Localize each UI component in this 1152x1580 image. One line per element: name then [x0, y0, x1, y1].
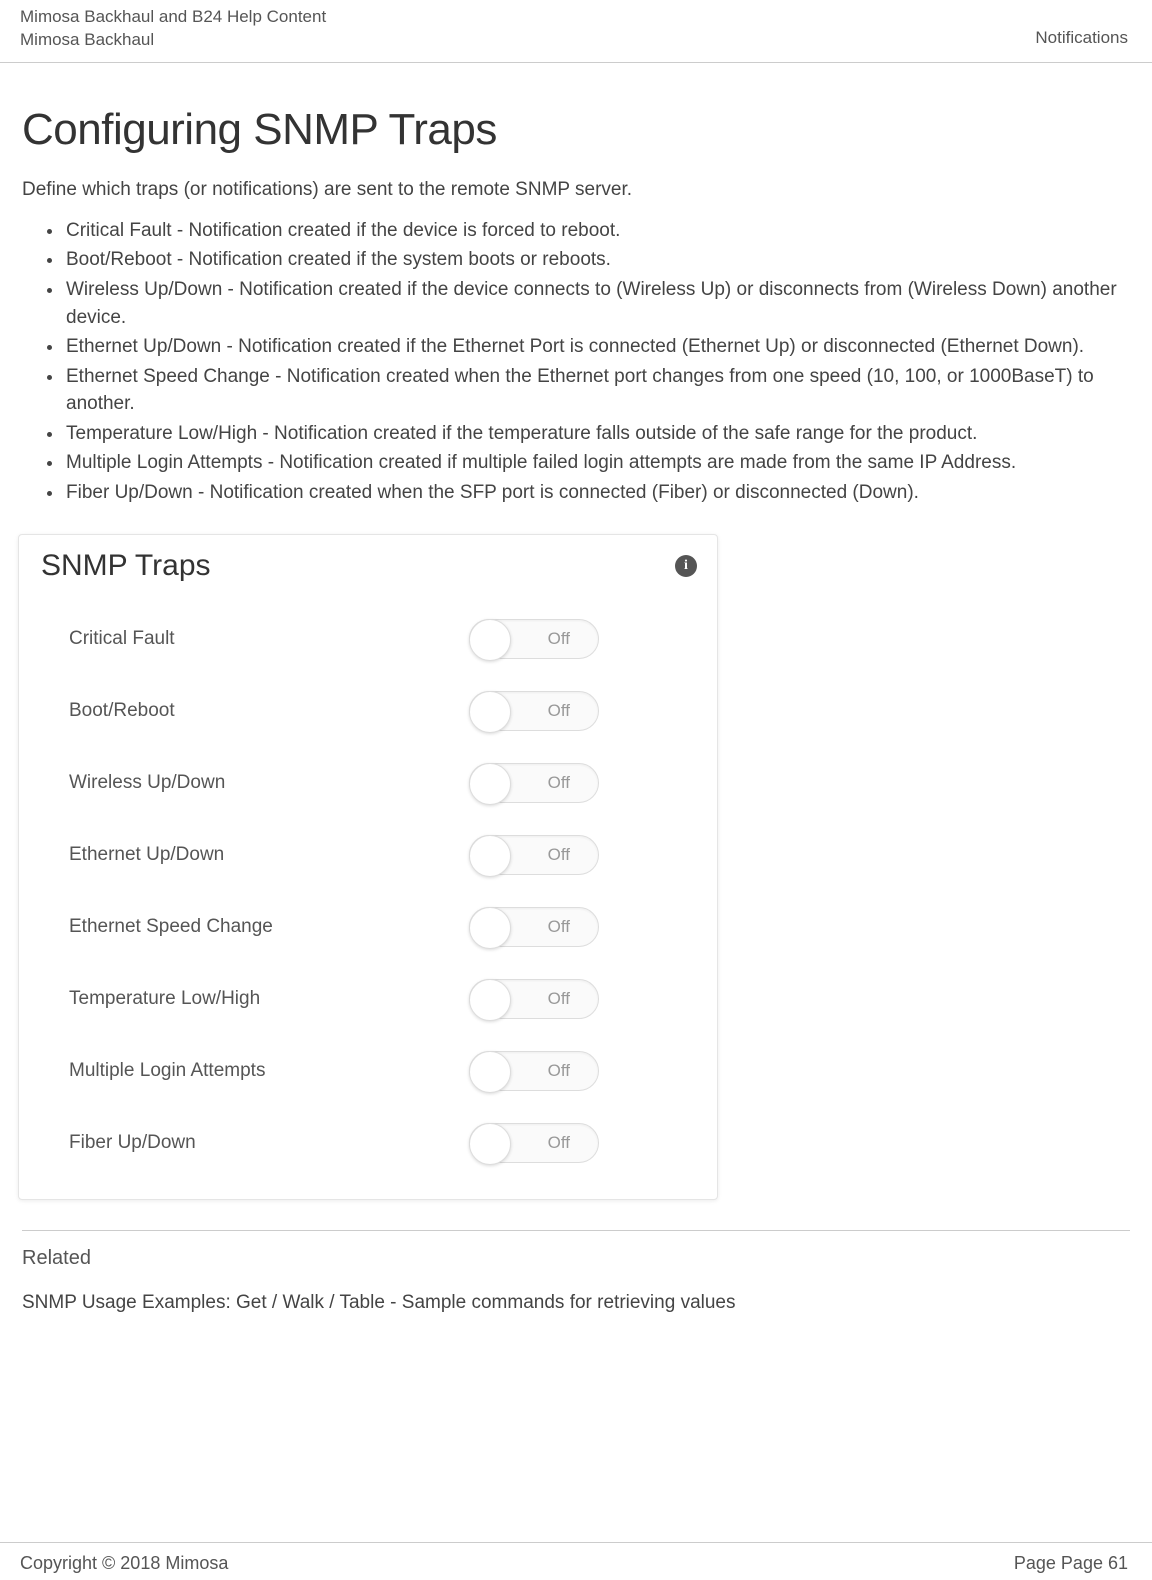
toggle-off-label: Off	[548, 989, 570, 1009]
trap-row-eth-speed: Ethernet Speed Change Off	[69, 891, 689, 963]
toggle-login-attempts[interactable]: Off	[469, 1051, 599, 1091]
toggle-off-label: Off	[548, 701, 570, 721]
trap-list-item: Wireless Up/Down - Notification created …	[64, 276, 1130, 331]
trap-list-item: Critical Fault - Notification created if…	[64, 217, 1130, 245]
toggle-off-label: Off	[548, 917, 570, 937]
toggle-temperature[interactable]: Off	[469, 979, 599, 1019]
toggle-ethernet[interactable]: Off	[469, 835, 599, 875]
trap-row-label: Fiber Up/Down	[69, 1132, 196, 1154]
trap-list-item: Ethernet Up/Down - Notification created …	[64, 333, 1130, 361]
toggle-knob	[469, 1123, 511, 1165]
trap-row-ethernet: Ethernet Up/Down Off	[69, 819, 689, 891]
toggle-boot-reboot[interactable]: Off	[469, 691, 599, 731]
footer-copyright: Copyright © 2018 Mimosa	[20, 1553, 228, 1574]
toggle-knob	[469, 763, 511, 805]
trap-row-label: Multiple Login Attempts	[69, 1060, 265, 1082]
trap-row-label: Temperature Low/High	[69, 988, 260, 1010]
toggle-knob	[469, 835, 511, 877]
toggle-wireless[interactable]: Off	[469, 763, 599, 803]
toggle-knob	[469, 979, 511, 1021]
toggle-off-label: Off	[548, 629, 570, 649]
toggle-critical-fault[interactable]: Off	[469, 619, 599, 659]
toggle-off-label: Off	[548, 845, 570, 865]
trap-list-item: Fiber Up/Down - Notification created whe…	[64, 479, 1130, 507]
info-icon[interactable]: i	[675, 555, 697, 577]
header-line1: Mimosa Backhaul and B24 Help Content	[20, 6, 326, 29]
trap-row-label: Boot/Reboot	[69, 700, 175, 722]
related-suffix: - Sample commands for retrieving values	[385, 1292, 736, 1313]
panel-title: SNMP Traps	[41, 549, 211, 583]
panel-body: Critical Fault Off Boot/Reboot Off Wirel…	[19, 593, 717, 1179]
trap-row-label: Ethernet Speed Change	[69, 916, 273, 938]
trap-row-critical-fault: Critical Fault Off	[69, 603, 689, 675]
trap-list-item: Temperature Low/High - Notification crea…	[64, 420, 1130, 448]
trap-row-wireless: Wireless Up/Down Off	[69, 747, 689, 819]
trap-row-boot-reboot: Boot/Reboot Off	[69, 675, 689, 747]
header-line2: Mimosa Backhaul	[20, 29, 326, 52]
trap-row-label: Ethernet Up/Down	[69, 844, 224, 866]
intro-text: Define which traps (or notifications) ar…	[22, 179, 1130, 201]
page-header: Mimosa Backhaul and B24 Help Content Mim…	[0, 0, 1152, 63]
trap-row-temperature: Temperature Low/High Off	[69, 963, 689, 1035]
toggle-off-label: Off	[548, 1133, 570, 1153]
trap-row-fiber: Fiber Up/Down Off	[69, 1107, 689, 1179]
page-footer: Copyright © 2018 Mimosa Page Page 61	[0, 1542, 1152, 1574]
toggle-knob	[469, 619, 511, 661]
footer-page: Page Page 61	[1014, 1553, 1128, 1574]
related-link[interactable]: SNMP Usage Examples: Get / Walk / Table	[22, 1292, 385, 1313]
separator	[22, 1230, 1130, 1231]
page-title: Configuring SNMP Traps	[22, 105, 1130, 155]
header-right: Notifications	[1035, 27, 1128, 52]
trap-row-label: Critical Fault	[69, 628, 175, 650]
toggle-off-label: Off	[548, 773, 570, 793]
trap-list-item: Boot/Reboot - Notification created if th…	[64, 246, 1130, 274]
trap-list-item: Multiple Login Attempts - Notification c…	[64, 449, 1130, 477]
content: Configuring SNMP Traps Define which trap…	[0, 105, 1152, 1314]
related-heading: Related	[22, 1247, 1130, 1270]
toggle-knob	[469, 1051, 511, 1093]
trap-row-login-attempts: Multiple Login Attempts Off	[69, 1035, 689, 1107]
header-left: Mimosa Backhaul and B24 Help Content Mim…	[20, 6, 326, 52]
toggle-knob	[469, 691, 511, 733]
trap-row-label: Wireless Up/Down	[69, 772, 225, 794]
related-text: SNMP Usage Examples: Get / Walk / Table …	[22, 1292, 1130, 1314]
panel-header: SNMP Traps i	[19, 535, 717, 593]
toggle-off-label: Off	[548, 1061, 570, 1081]
snmp-traps-panel: SNMP Traps i Critical Fault Off Boot/Reb…	[18, 534, 718, 1200]
toggle-eth-speed[interactable]: Off	[469, 907, 599, 947]
trap-list-item: Ethernet Speed Change - Notification cre…	[64, 363, 1130, 418]
toggle-fiber[interactable]: Off	[469, 1123, 599, 1163]
toggle-knob	[469, 907, 511, 949]
trap-list: Critical Fault - Notification created if…	[22, 217, 1130, 506]
